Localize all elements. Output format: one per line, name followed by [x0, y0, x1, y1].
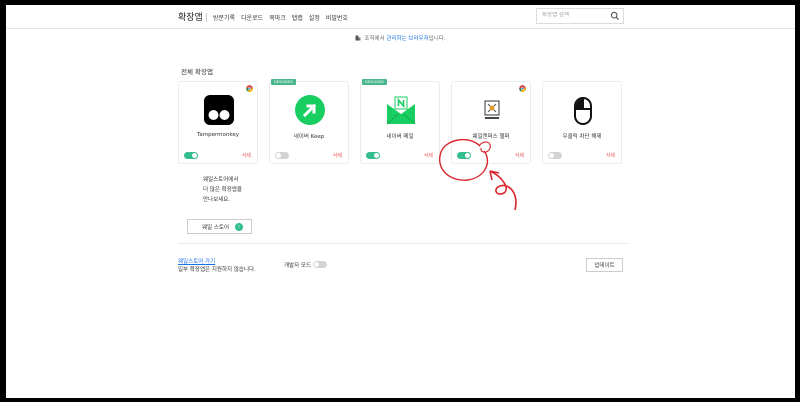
section-title: 전체 확장앱 — [181, 68, 213, 76]
top-nav: 방문기록 다운로드 북마크 탭랩 설정 비밀번호 — [213, 13, 348, 22]
nav-item-settings[interactable]: 설정 — [309, 13, 320, 22]
extension-enable-toggle[interactable] — [366, 152, 380, 159]
notice-suffix: 입니다. — [428, 36, 446, 42]
store-promo-line: 만나보세요. — [203, 197, 231, 203]
building-icon — [355, 35, 361, 41]
extension-card-right-click-unblock[interactable]: 우클릭 차단 해제 삭제 — [542, 81, 622, 164]
designed-badge: DESIGNED — [271, 79, 296, 85]
nav-item-bookmarks[interactable]: 북마크 — [269, 13, 286, 22]
support-note: 일부 확장앱은 지원하지 않습니다. — [178, 267, 256, 273]
chrome-store-icon — [246, 85, 253, 92]
extension-enable-toggle[interactable] — [275, 152, 289, 159]
extension-enable-toggle[interactable] — [184, 152, 198, 159]
nav-item-passwords[interactable]: 비밀번호 — [326, 13, 348, 22]
extension-card-naver-mail[interactable]: DESIGNED 네이버 메일 삭제 — [360, 79, 440, 164]
nav-item-tablab[interactable]: 탭랩 — [292, 13, 303, 22]
extension-card-campus-helper[interactable]: 웨일캔퍼스 헬퍼 삭제 — [451, 81, 531, 164]
update-button[interactable]: 업데이트 — [586, 258, 623, 272]
delete-button[interactable]: 삭제 — [424, 152, 433, 159]
curved-arrow-annotation — [489, 170, 517, 211]
arrowhead-annotation — [489, 170, 500, 181]
divider — [178, 243, 628, 244]
mouse-icon — [574, 97, 592, 125]
store-promo-line: 더 많은 확장앱을 — [203, 187, 242, 193]
store-link[interactable]: 웨일스토어 가기 — [178, 257, 215, 265]
extension-name: Tampermonkey — [196, 132, 240, 138]
extension-enable-toggle[interactable] — [457, 152, 471, 159]
extension-name: 네이버 Keep — [293, 134, 325, 140]
store-promo-line: 웨일스토어에서 — [203, 177, 239, 183]
delete-button[interactable]: 삭제 — [606, 152, 615, 159]
delete-button[interactable]: 삭제 — [333, 152, 342, 159]
whale-store-button[interactable]: 웨일 스토어 › — [187, 219, 252, 234]
naver-mail-logo-icon — [386, 96, 416, 125]
extension-card-naver-keep[interactable]: DESIGNED 네이버 Keep 삭제 — [269, 79, 349, 164]
extension-name: 우클릭 차단 해제 — [562, 134, 602, 140]
title-divider — [206, 13, 207, 22]
extension-enable-toggle[interactable] — [548, 152, 562, 159]
developer-mode-toggle[interactable] — [313, 261, 327, 268]
page-title: 확장앱 — [178, 13, 203, 23]
search-input[interactable] — [542, 12, 608, 18]
naver-keep-logo-icon — [295, 95, 325, 125]
notice-prefix: 조직에서 — [364, 36, 387, 42]
designed-badge: DESIGNED — [362, 79, 387, 85]
extension-name: 네이버 메일 — [386, 134, 414, 140]
delete-button[interactable]: 삭제 — [242, 152, 251, 159]
managed-notice: 조직에서 관리하는 브라우저입니다. — [6, 34, 795, 42]
extension-card-tampermonkey[interactable]: Tampermonkey 삭제 — [178, 81, 258, 164]
extension-name: 웨일캔퍼스 헬퍼 — [472, 134, 510, 140]
top-bar: 확장앱 방문기록 다운로드 북마크 탭랩 설정 비밀번호 — [6, 5, 795, 29]
nav-item-history[interactable]: 방문기록 — [213, 13, 235, 22]
red-annotation-overlay — [439, 138, 517, 211]
search-icon[interactable] — [610, 11, 620, 21]
developer-mode-label: 개발자 모드 — [284, 263, 312, 269]
whale-store-button-label: 웨일 스토어 — [202, 224, 230, 231]
nav-item-downloads[interactable]: 다운로드 — [241, 13, 263, 22]
whale-extensions-page: 확장앱 방문기록 다운로드 북마크 탭랩 설정 비밀번호 조직에서 관리하는 브… — [6, 5, 795, 398]
delete-button[interactable]: 삭제 — [515, 152, 524, 159]
arrow-right-icon: › — [235, 223, 243, 231]
store-promo-text: 웨일스토어에서 더 많은 확장앱을 만나보세요. — [203, 175, 283, 205]
managed-browser-link[interactable]: 관리하는 브라우저 — [386, 36, 428, 42]
chrome-store-icon — [519, 85, 526, 92]
search-box — [536, 8, 624, 24]
campus-helper-logo-icon — [484, 100, 500, 119]
tampermonkey-logo-icon — [204, 95, 234, 125]
